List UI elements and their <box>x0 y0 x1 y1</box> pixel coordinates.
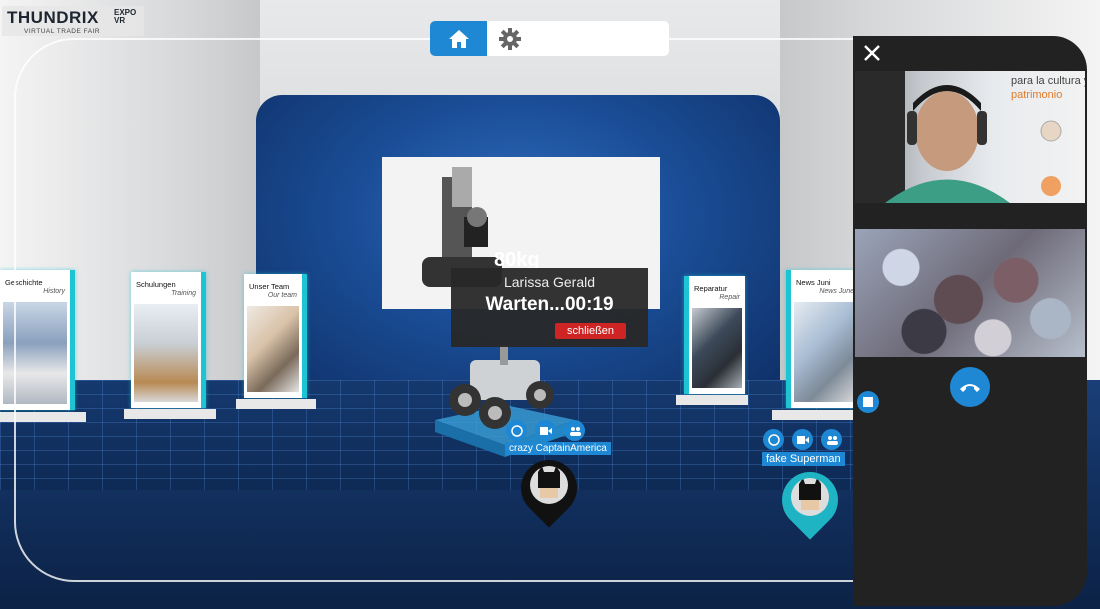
batman-avatar <box>530 466 568 504</box>
close-panel-button[interactable] <box>861 42 883 64</box>
user-actions-superman <box>763 429 842 450</box>
video-call-button[interactable] <box>792 429 813 450</box>
logo-expo-line2: VR <box>114 16 126 25</box>
banner-title: News Juni <box>796 278 831 287</box>
training-image <box>134 304 198 402</box>
wall-text-1: para la cultura y el <box>1011 75 1085 87</box>
local-video-feed-pixelated <box>855 229 1085 357</box>
stop-button[interactable] <box>857 391 879 413</box>
video-icon <box>539 426 552 435</box>
video-call-button[interactable] <box>535 420 556 441</box>
group-icon <box>826 435 838 445</box>
settings-button[interactable] <box>496 25 524 53</box>
close-call-button[interactable]: schließen <box>555 323 626 339</box>
banner-schulungen[interactable]: Schulungen Training <box>131 272 206 408</box>
banner-title: Unser Team <box>249 282 290 291</box>
chat-button[interactable] <box>506 420 527 441</box>
video-call-panel: para la cultura y el patrimonio <box>853 36 1087 606</box>
close-icon <box>864 45 880 61</box>
username-label: fake Superman <box>762 452 845 466</box>
gear-icon <box>499 28 521 50</box>
call-status-timer: Warten...00:19 <box>485 294 614 315</box>
banner-subtitle: Our team <box>267 292 297 299</box>
banner-title: Schulungen <box>136 280 176 289</box>
banner-news-juni[interactable]: News Juni News June <box>786 270 859 408</box>
banner-reparatur[interactable]: Reparatur Repair <box>684 276 745 394</box>
logo-brand: THUNDRIX <box>7 8 99 27</box>
logo-expo: EXPO VR <box>114 9 136 25</box>
banner-base <box>0 412 86 422</box>
caller-name: Larissa Gerald <box>503 274 596 290</box>
home-button[interactable] <box>430 21 487 56</box>
chat-icon <box>767 433 780 446</box>
home-icon <box>448 29 469 48</box>
banner-subtitle: History <box>43 288 65 295</box>
chat-icon <box>510 424 523 437</box>
top-toolbar <box>430 21 669 56</box>
batman-avatar <box>791 478 829 516</box>
group-icon <box>569 426 581 436</box>
wall-text-2: patrimonio <box>1011 89 1063 101</box>
trucks-image <box>3 302 67 404</box>
banner-geschichte[interactable]: Geschichte History <box>0 270 75 410</box>
banner-subtitle: News June <box>819 288 854 295</box>
banner-base <box>124 409 216 419</box>
logo-subtitle: VIRTUAL TRADE FAIR <box>24 28 101 35</box>
banner-subtitle: Repair <box>719 294 740 301</box>
batman-mask-icon <box>799 478 821 510</box>
banner-base <box>772 410 854 420</box>
remote-video-feed: para la cultura y el patrimonio <box>855 71 1085 203</box>
chat-button[interactable] <box>763 429 784 450</box>
hang-up-button[interactable] <box>950 367 990 407</box>
team-photo <box>247 306 299 392</box>
banner-title: Reparatur <box>694 284 728 293</box>
banner-base <box>676 395 748 405</box>
banner-subtitle: Training <box>171 290 196 297</box>
username-label: crazy CaptainAmerica <box>505 442 611 455</box>
banner-base <box>236 399 316 409</box>
video-icon <box>796 435 809 444</box>
news-image <box>794 302 856 402</box>
phone-hangup-icon <box>960 384 980 392</box>
user-actions-captainamerica <box>506 420 585 441</box>
banner-title: Geschichte <box>5 278 43 287</box>
group-button[interactable] <box>821 429 842 450</box>
stop-icon <box>863 397 873 407</box>
thundrix-logo: THUNDRIX EXPO VR VIRTUAL TRADE FAIR <box>2 6 144 36</box>
group-button[interactable] <box>564 420 585 441</box>
call-waiting-popup: Larissa Gerald Warten...00:19 schließen <box>451 268 648 347</box>
banner-unser-team[interactable]: Unser Team Our team <box>244 274 307 398</box>
repair-image <box>692 308 742 388</box>
batman-mask-icon <box>538 466 560 498</box>
